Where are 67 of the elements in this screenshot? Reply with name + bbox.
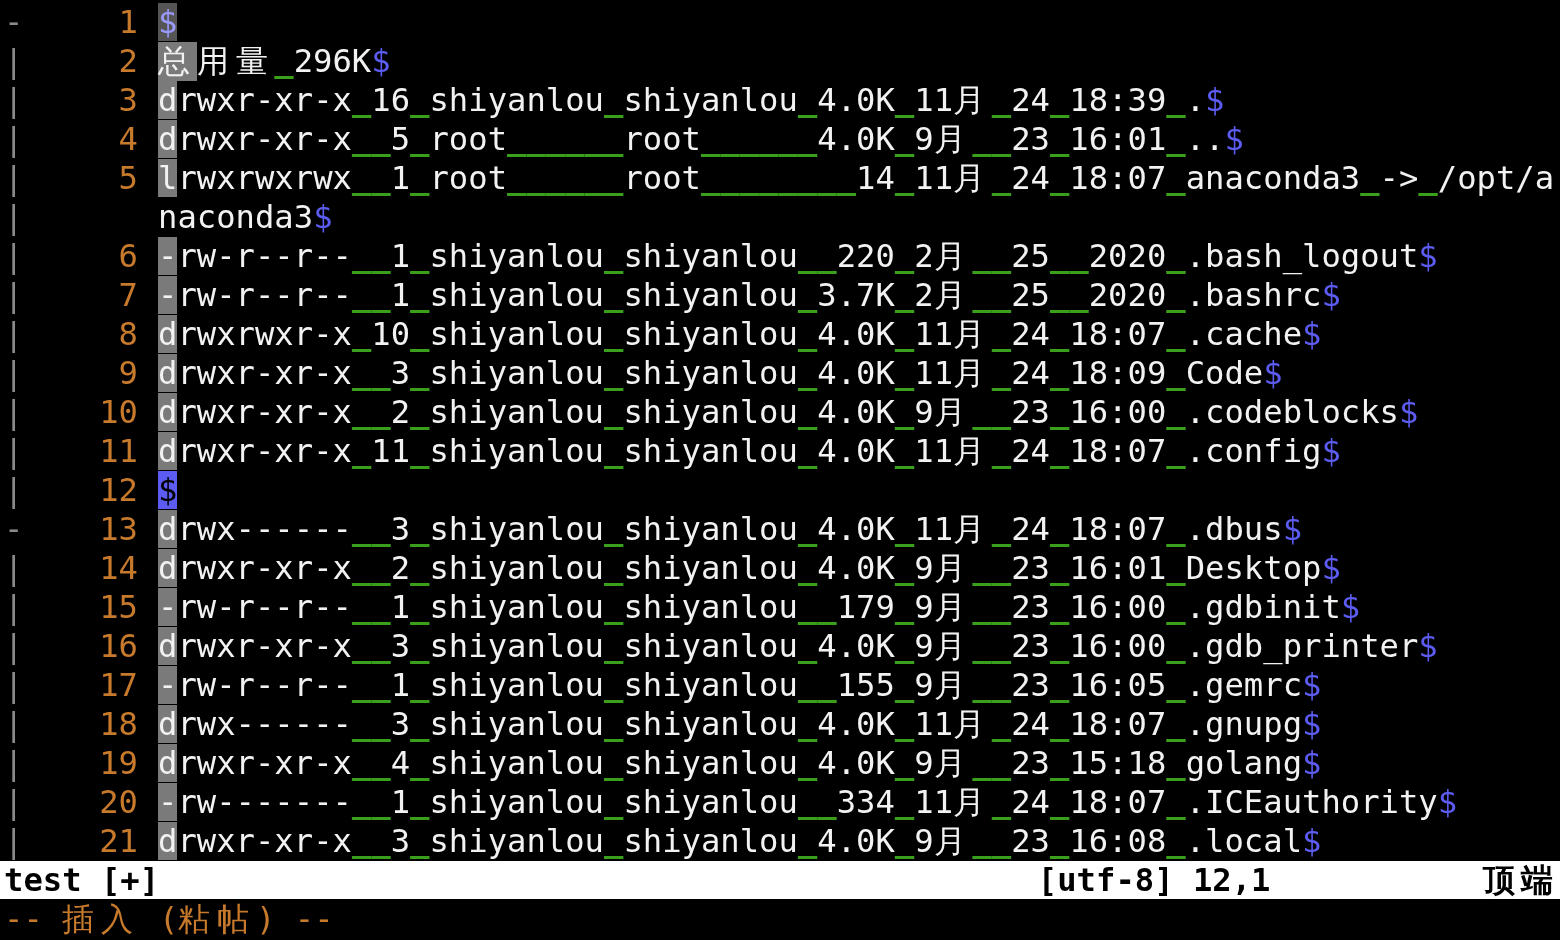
fold-marker: | [3,549,25,588]
fold-marker: | [3,666,25,705]
code-line: drwx------ 3 shiyanlou shiyanlou 4.0K 11月 24 18:07 .dbus$ [158,510,1302,549]
code-line: -rw-r--r-- 1 shiyanlou shiyanlou 220 2月 25 2020 .bash_logout$ [158,237,1438,276]
code-line: drwxr-xr-x 4 shiyanlou shiyanlou 4.0K 9月 23 15:18 golang$ [158,744,1322,783]
code-line: drwxr-xr-x 3 shiyanlou shiyanlou 4.0K 9月 23 16:00 .gdb_printer$ [158,627,1438,666]
line-number: 1 [117,3,138,42]
code-line: drwxr-xr-x 5 root root 4.0K 9月 23 16:01 ..$ [158,120,1244,159]
fold-marker: | [3,120,25,159]
line-number: 3 [117,81,138,120]
line-number: 14 [98,549,138,588]
fold-marker: | [3,276,25,315]
fold-marker: | [3,315,25,354]
code-line: drwxr-xr-x 16 shiyanlou shiyanlou 4.0K 11月 24 18:39 .$ [158,81,1225,120]
code-line: drwxr-xr-x 3 shiyanlou shiyanlou 4.0K 11月 24 18:09 Code$ [158,354,1283,393]
mode-indicator: -- 插入 (粘帖) -- [4,900,334,938]
fold-marker: | [3,159,25,198]
code-line: lrwxrwxrwx 1 root root 14 11月 24 18:07 anaconda3 -> /opt/a [158,159,1555,198]
fold-marker: | [3,237,25,276]
line-number: 20 [98,783,138,822]
code-line: -rw-r--r-- 1 shiyanlou shiyanlou 155 9月 23 16:05 .gemrc$ [158,666,1322,705]
code-line: drwxr-xr-x 11 shiyanlou shiyanlou 4.0K 11月 24 18:07 .config$ [158,432,1341,471]
line-number: 19 [98,744,138,783]
line-number: 12 [98,471,138,510]
fold-marker: | [3,627,25,666]
code-line: drwxr-xr-x 2 shiyanlou shiyanlou 4.0K 9月 23 16:00 .codeblocks$ [158,393,1419,432]
line-number: 2 [117,42,138,81]
line-number: 15 [98,588,138,627]
line-number: 4 [117,120,138,159]
code-line: 总用量 296K$ [158,42,391,81]
code-line: -rw-r--r-- 1 shiyanlou shiyanlou 179 9月 23 16:00 .gdbinit$ [158,588,1361,627]
code-line: drwxr-xr-x 3 shiyanlou shiyanlou 4.0K 9月 23 16:08 .local$ [158,822,1322,861]
line-number: 9 [117,354,138,393]
fold-marker: | [3,471,25,510]
scroll-position: 顶端 [1482,861,1555,899]
line-number: 13 [98,510,138,549]
code-line: -rw------- 1 shiyanlou shiyanlou 334 11月 24 18:07 .ICEauthority$ [158,783,1458,822]
fold-marker: | [3,42,25,81]
line-number: 10 [98,393,138,432]
code-line: drwxr-xr-x 2 shiyanlou shiyanlou 4.0K 9月 23 16:01 Desktop$ [158,549,1341,588]
code-line: -rw-r--r-- 1 shiyanlou shiyanlou 3.7K 2月 25 2020 .bashrc$ [158,276,1341,315]
line-number: 5 [117,159,138,198]
line-number: 6 [117,237,138,276]
fold-marker: | [3,393,25,432]
line-number: 21 [98,822,138,861]
fold-marker: | [3,705,25,744]
fold-marker: | [3,744,25,783]
fold-marker: | [3,81,25,120]
fold-marker: | [3,588,25,627]
line-number: 18 [98,705,138,744]
file-name: test [+] [3,861,160,899]
line-number: 11 [98,432,138,471]
cursor-position: [utf-8] 12,1 [1037,861,1271,899]
fold-marker: - [3,510,25,549]
fold-marker: | [3,198,25,237]
line-number: 17 [98,666,138,705]
fold-marker: | [3,354,25,393]
fold-marker: | [3,783,25,822]
line-number: 8 [117,315,138,354]
line-number: 7 [117,276,138,315]
fold-marker: - [3,3,25,42]
fold-marker: | [3,432,25,471]
line-number: 16 [98,627,138,666]
code-line: naconda3$ [158,198,333,237]
fold-marker: | [3,822,25,861]
code-line: drwx------ 3 shiyanlou shiyanlou 4.0K 11月 24 18:07 .gnupg$ [158,705,1322,744]
code-line: drwxrwxr-x 10 shiyanlou shiyanlou 4.0K 11月 24 18:07 .cache$ [158,315,1322,354]
